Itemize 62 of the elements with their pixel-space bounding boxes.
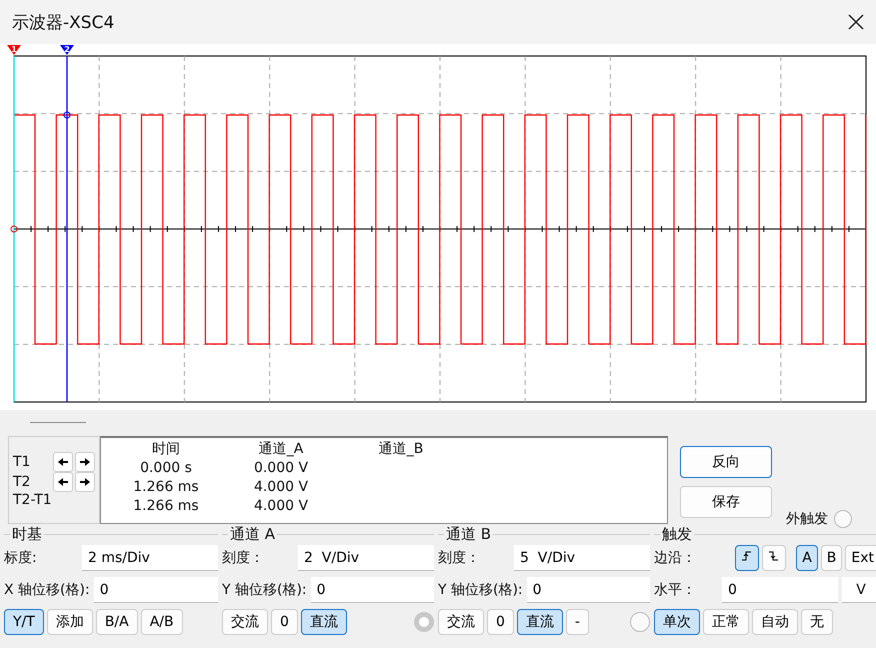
cursor-label: T2-T1 — [13, 492, 53, 508]
mode-button[interactable]: 0 — [271, 609, 298, 635]
time-cell-text: 1.266 ms — [132, 497, 200, 516]
mode-button[interactable]: 0 — [487, 609, 514, 635]
mode-button[interactable]: 交流 — [222, 609, 268, 635]
mode-button[interactable]: 正常 — [703, 609, 749, 635]
mode-button[interactable]: 自动 — [752, 609, 798, 635]
scale-field[interactable]: 2 ms/Div — [82, 545, 218, 571]
scale-label: 标度: — [4, 549, 37, 567]
mode-button[interactable]: 单次 — [654, 609, 700, 635]
scale-label: 刻度： — [438, 549, 480, 567]
channel-a-cell-text: 0.000 V — [252, 459, 310, 478]
panel-button[interactable]: 保存 — [680, 486, 772, 518]
offset-label: X 轴位移(格): — [4, 581, 90, 599]
cursor-label: T1 — [13, 453, 32, 472]
cursor-label: T2 — [13, 473, 32, 492]
panel-button[interactable]: 反向 — [680, 446, 772, 478]
group-title: 触发 — [660, 525, 694, 544]
source-button[interactable]: A — [796, 545, 818, 571]
time-cell-text: 1.266 ms — [132, 478, 200, 497]
left-arrow-button[interactable] — [53, 452, 73, 472]
window-title: 示波器-XSC4 — [12, 12, 114, 34]
edge-label: 边沿： — [654, 549, 696, 567]
mode-button[interactable]: B/A — [96, 609, 138, 635]
group-title: 时基 — [10, 525, 44, 544]
mode-button[interactable]: 交流 — [438, 609, 484, 635]
level-field[interactable]: 0 — [722, 577, 838, 603]
mode-button[interactable]: 无 — [801, 609, 833, 635]
channel-a-cell-text: 4.000 V — [252, 478, 310, 497]
offset-label: Y 轴位移(格): — [438, 581, 523, 599]
cursor-number: 1 — [11, 45, 17, 54]
mode-button[interactable]: - — [566, 609, 589, 635]
mode-button[interactable]: 添加 — [46, 609, 93, 635]
scale-field[interactable]: 2 V/Div — [298, 545, 434, 571]
left-arrow-button[interactable] — [53, 472, 73, 492]
time-cell-text: 0.000 s — [139, 459, 193, 478]
column-header: 通道_A — [258, 440, 304, 459]
cursor-number: 2 — [64, 45, 70, 54]
channel-a-cell-text: 4.000 V — [252, 497, 310, 516]
source-button[interactable]: B — [820, 545, 842, 571]
offset-label: Y 轴位移(格): — [222, 581, 307, 599]
offset-field[interactable]: 0 — [310, 577, 434, 603]
right-arrow-button[interactable] — [75, 452, 95, 472]
offset-field[interactable]: 0 — [526, 577, 650, 603]
scale-label: 刻度： — [222, 549, 264, 567]
offset-field[interactable]: 0 — [94, 577, 218, 603]
unit-field: V — [842, 577, 876, 603]
column-header: 时间 — [151, 440, 181, 459]
column-header: 通道_B — [378, 440, 424, 459]
edge-button[interactable] — [735, 545, 760, 571]
cursor-line[interactable] — [66, 56, 68, 402]
level-label: 水平： — [654, 581, 696, 599]
source-button[interactable]: Ext — [845, 545, 876, 571]
mode-button[interactable]: 直流 — [516, 609, 563, 635]
external-trigger-label: 外触发 — [786, 510, 828, 528]
close-icon[interactable] — [848, 14, 864, 30]
mode-button[interactable]: 直流 — [300, 609, 347, 635]
mode-button[interactable]: Y/T — [4, 609, 44, 635]
scale-field[interactable]: 5 V/Div — [514, 545, 650, 571]
right-arrow-button[interactable] — [75, 472, 95, 492]
radio-button[interactable] — [834, 510, 852, 528]
mode-button[interactable]: A/B — [140, 609, 183, 635]
